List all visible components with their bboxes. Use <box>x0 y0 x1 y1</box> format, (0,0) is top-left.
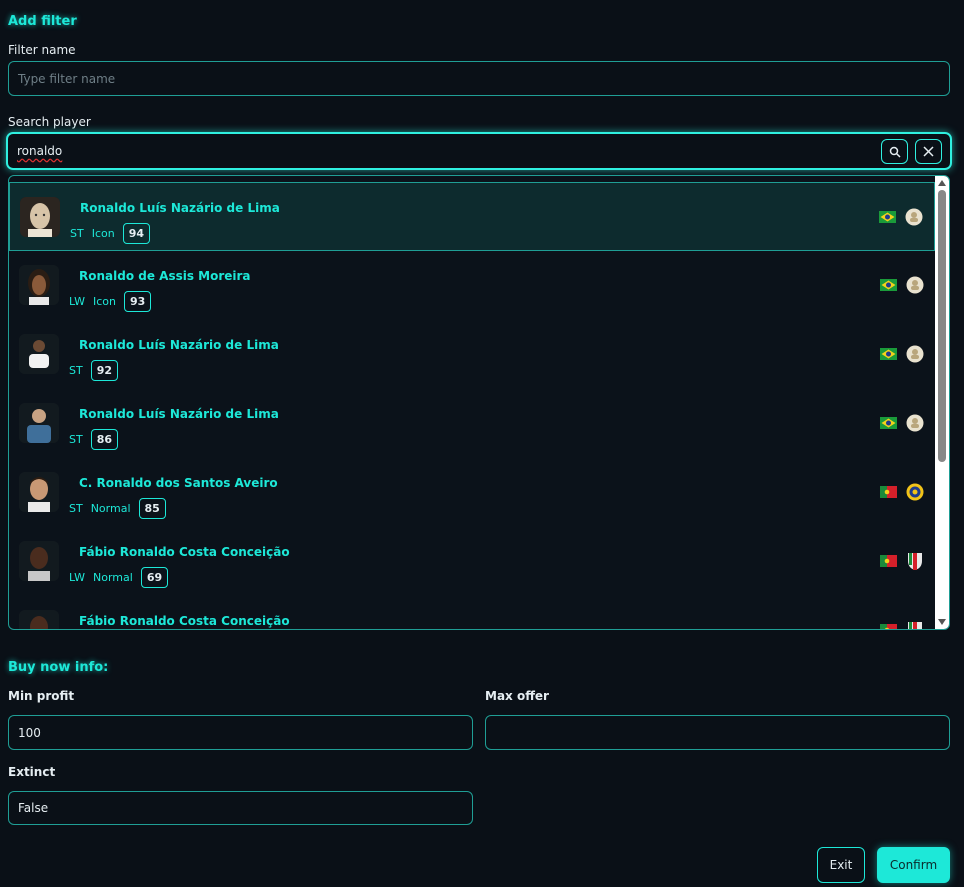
icon-club-badge <box>905 208 923 226</box>
min-profit-input[interactable]: 100 <box>8 715 473 750</box>
player-meta: ST 92 <box>69 360 119 381</box>
player-name: Fábio Ronaldo Costa Conceição <box>79 614 290 628</box>
player-meta: ST 86 <box>69 429 119 450</box>
exit-button[interactable]: Exit <box>817 847 865 883</box>
player-rating: 92 <box>90 360 119 381</box>
scroll-thumb[interactable] <box>938 190 946 462</box>
filter-name-input[interactable]: Type filter name <box>8 61 950 96</box>
scroll-up-icon[interactable] <box>938 180 946 186</box>
scroll-down-icon[interactable] <box>938 619 946 625</box>
results-scrollbar[interactable] <box>935 176 949 629</box>
player-position: ST <box>69 433 83 446</box>
player-type: Normal <box>93 571 133 584</box>
player-avatar <box>19 610 59 629</box>
player-avatar <box>19 334 59 374</box>
min-profit-value: 100 <box>18 725 41 740</box>
estrela-club-badge <box>908 622 922 629</box>
player-name: Fábio Ronaldo Costa Conceição <box>79 545 290 559</box>
brazil-flag-icon <box>880 417 897 429</box>
player-position: ST <box>70 227 84 240</box>
player-avatar <box>20 197 60 237</box>
player-position: ST <box>69 364 83 377</box>
brazil-flag-icon <box>879 211 896 223</box>
player-name: Ronaldo Luís Nazário de Lima <box>79 407 279 421</box>
player-result-row[interactable]: Ronaldo Luís Nazário de Lima ST Icon 94 <box>9 182 935 251</box>
player-type: Normal <box>90 502 131 515</box>
player-result-row[interactable]: Fábio Ronaldo Costa Conceição LW Normal … <box>9 527 935 596</box>
player-result-row[interactable]: Ronaldo Luís Nazário de Lima ST 92 <box>9 320 935 389</box>
player-result-row[interactable]: C. Ronaldo dos Santos Aveiro ST Normal 8… <box>9 458 935 527</box>
player-position: LW <box>69 295 85 308</box>
min-profit-label: Min profit <box>8 689 75 703</box>
icon-club-badge <box>906 345 924 363</box>
extinct-select[interactable]: False <box>8 791 473 825</box>
extinct-value: False <box>18 801 49 815</box>
confirm-button[interactable]: Confirm <box>877 847 950 883</box>
filter-name-placeholder: Type filter name <box>18 71 116 86</box>
player-rating: 94 <box>122 223 151 244</box>
player-avatar <box>19 265 59 305</box>
brazil-flag-icon <box>880 348 897 360</box>
player-rating: 85 <box>138 498 166 519</box>
search-player-input[interactable]: ronaldo <box>6 132 952 170</box>
player-rating: 86 <box>90 429 119 450</box>
player-name: Ronaldo de Assis Moreira <box>79 269 251 283</box>
player-avatar <box>19 472 59 512</box>
portugal-flag-icon <box>880 486 897 498</box>
player-meta: ST Normal 85 <box>69 498 166 519</box>
filter-name-label: Filter name <box>8 43 76 57</box>
clear-search-button[interactable] <box>915 139 942 164</box>
add-filter-title: Add filter <box>8 14 77 29</box>
close-icon <box>923 146 934 157</box>
player-avatar <box>19 541 59 581</box>
search-button[interactable] <box>881 139 908 164</box>
player-meta: LW Icon 93 <box>69 291 152 312</box>
player-name: Ronaldo Luís Nazário de Lima <box>79 338 279 352</box>
player-name: Ronaldo Luís Nazário de Lima <box>80 201 280 215</box>
player-type: Icon <box>91 227 115 240</box>
search-results-dropdown: Ronaldo Luís Nazário de Lima ST Icon 94 … <box>8 175 950 630</box>
player-result-row[interactable]: Ronaldo de Assis Moreira LW Icon 93 <box>9 251 935 320</box>
search-player-label: Search player <box>8 115 91 129</box>
icon-club-badge <box>906 414 924 432</box>
player-rating: 69 <box>140 567 169 588</box>
max-offer-input[interactable] <box>485 715 950 750</box>
al-nassr-club-badge <box>906 483 924 501</box>
portugal-flag-icon <box>880 555 897 567</box>
icon-club-badge <box>906 276 924 294</box>
player-result-row[interactable]: Fábio Ronaldo Costa Conceição <box>9 596 935 629</box>
player-meta: ST Icon 94 <box>70 223 151 244</box>
search-icon <box>889 146 901 158</box>
player-name: C. Ronaldo dos Santos Aveiro <box>79 476 278 490</box>
player-meta: LW Normal 69 <box>69 567 169 588</box>
extinct-label: Extinct <box>8 765 56 779</box>
estrela-club-badge <box>908 553 922 570</box>
max-offer-label: Max offer <box>485 689 549 703</box>
buy-now-title: Buy now info: <box>8 660 109 675</box>
player-position: ST <box>69 502 83 515</box>
player-type: Icon <box>93 295 116 308</box>
player-result-row[interactable]: Ronaldo Luís Nazário de Lima ST 86 <box>9 389 935 458</box>
player-rating: 93 <box>124 291 152 312</box>
search-player-value: ronaldo <box>17 144 63 158</box>
portugal-flag-icon <box>880 624 897 629</box>
player-position: LW <box>69 571 85 584</box>
brazil-flag-icon <box>880 279 897 291</box>
player-avatar <box>19 403 59 443</box>
